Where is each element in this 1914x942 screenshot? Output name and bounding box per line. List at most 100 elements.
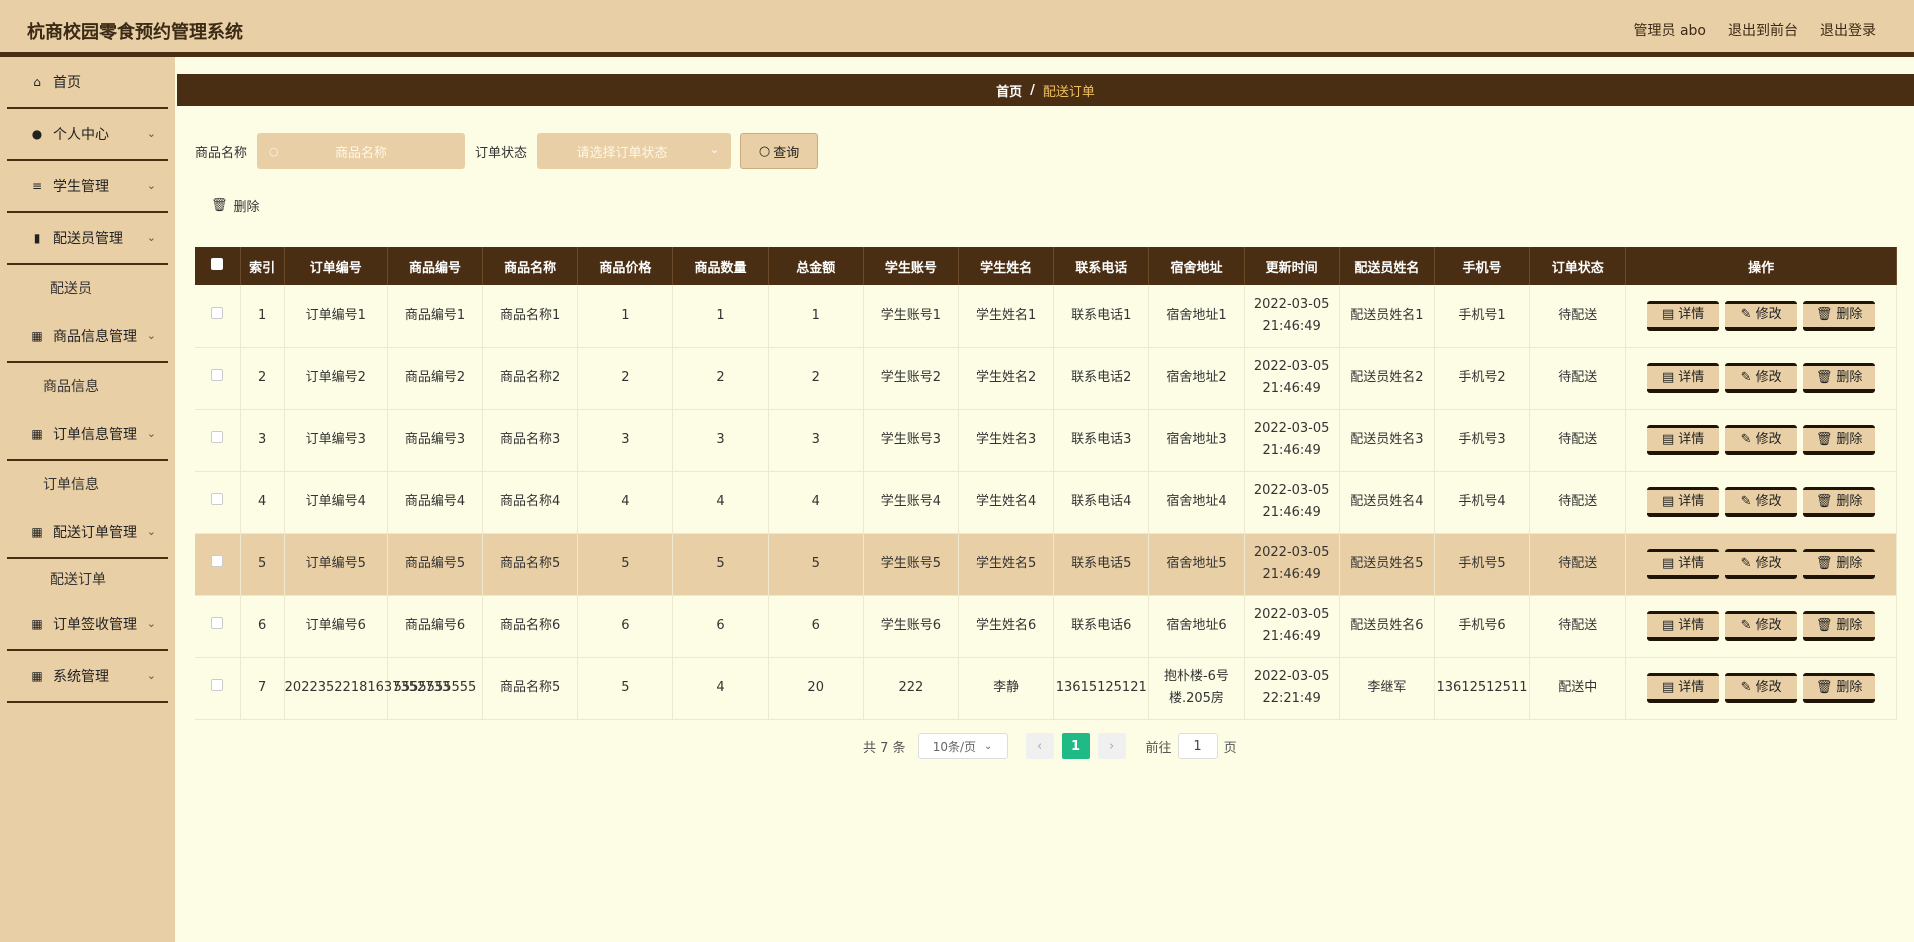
table-row[interactable]: 7 20223522181637352733 5555555555 商品名称5 5 4 20… [195,657,1897,720]
product-name-input[interactable]: ○ 商品名称 [257,133,466,169]
table-cell: 宿舍地址1 [1148,285,1245,348]
sidebar-item-order-management[interactable]: ▦ 订单信息管理 ⌄ [7,409,168,461]
table-cell: 4 [672,657,769,720]
row-checkbox[interactable] [195,409,241,472]
table-cell: 2 [577,347,674,410]
sidebar-subitem-order-info[interactable]: 订单信息 [0,461,175,507]
delete-button[interactable]: 🗑 删除 [1803,363,1876,393]
table-cell: 商品编号5 [387,533,484,596]
delete-button[interactable]: 🗑 删除 [1803,425,1876,455]
trash-icon: 🗑 [1815,493,1833,509]
search-button[interactable]: ○ 查询 [740,133,819,169]
edit-button[interactable]: ✎ 修改 [1725,363,1798,393]
goto-page-input[interactable]: 1 [1177,733,1218,759]
sidebar-item-order-sign-management[interactable]: ▦ 订单签收管理 ⌄ [7,599,168,651]
logout-link[interactable]: 退出登录 [1820,20,1876,40]
table-row[interactable]: 6 订单编号6 商品编号6 商品名称6 6 6 6 学生账号6 学生姓名6 联系电话6 宿舍地址6 2… [195,595,1897,658]
table-row[interactable]: 4 订单编号4 商品编号4 商品名称4 4 4 4 学生账号4 学生姓名4 联系电话4 宿舍地址4 2… [195,471,1897,534]
breadcrumb-home[interactable]: 首页 [996,81,1022,100]
trash-icon: 🗑 [1815,679,1833,695]
delete-button[interactable]: 🗑 删除 [1803,487,1876,517]
sidebar-item-courier-management[interactable]: ▮ 配送员管理 ⌄ [7,213,168,265]
select-all-checkbox[interactable] [195,247,241,285]
table-row[interactable]: 3 订单编号3 商品编号3 商品名称3 3 3 3 学生账号3 学生姓名3 联系电话3 宿舍地址3 2… [195,409,1897,472]
sidebar-item-student-management[interactable]: ≡ 学生管理 ⌄ [7,161,168,213]
pencil-icon: ✎ [1740,369,1752,385]
next-page-button[interactable]: › [1097,733,1126,759]
sidebar-item-home[interactable]: ⌂ 首页 [7,57,168,109]
detail-button[interactable]: ▤ 详情 [1647,487,1720,517]
table-cell: 学生姓名1 [958,285,1055,348]
table-cell: 宿舍地址3 [1148,409,1245,472]
pencil-icon: ✎ [1740,431,1752,447]
search-button-label: 查询 [773,145,800,161]
edit-button[interactable]: ✎ 修改 [1725,300,1798,331]
table-cell: 配送员姓名3 [1339,409,1435,472]
detail-button[interactable]: ▤ 详情 [1647,611,1720,641]
sidebar-item-personal-center[interactable]: ● 个人中心 ⌄ [7,109,168,161]
header-actions: 管理员 abo 退出到前台 退出登录 [1634,20,1876,40]
admin-label[interactable]: 管理员 abo [1634,20,1706,40]
chevron-down-icon: ⌄ [146,617,156,630]
delete-button[interactable]: 🗑 删除 [1803,611,1876,641]
table-cell: 待配送 [1529,285,1627,348]
top-header: 杭商校园零食预约管理系统 管理员 abo 退出到前台 退出登录 [0,0,1914,57]
edit-label: 修改 [1755,307,1782,323]
row-checkbox[interactable] [195,347,241,410]
exit-to-front-link[interactable]: 退出到前台 [1728,20,1798,40]
column-header: 学生姓名 [958,247,1055,285]
edit-button[interactable]: ✎ 修改 [1725,425,1798,455]
sidebar-item-label: 配送订单 [50,572,106,588]
row-checkbox[interactable] [195,285,241,348]
breadcrumb-separator: / [1030,82,1035,98]
table-cell: 7 [240,657,285,720]
edit-button[interactable]: ✎ 修改 [1725,611,1798,641]
sidebar-item-product-management[interactable]: ▦ 商品信息管理 ⌄ [7,311,168,363]
row-checkbox[interactable] [195,533,241,596]
sidebar-subitem-product-info[interactable]: 商品信息 [0,363,175,409]
chevron-down-icon: ⌄ [146,231,156,244]
table-cell: 配送员姓名6 [1339,595,1435,658]
detail-button[interactable]: ▤ 详情 [1647,425,1720,455]
delete-button[interactable]: 🗑 删除 [1803,300,1876,331]
sidebar: ⌂ 首页 ● 个人中心 ⌄ ≡ 学生管理 ⌄ ▮ 配送员管理 ⌄ 配送员 ▦ 商… [0,57,175,942]
page-suffix: 页 [1223,740,1237,756]
row-checkbox[interactable] [195,657,241,720]
sidebar-item-delivery-order-management[interactable]: ▦ 配送订单管理 ⌄ [7,507,168,559]
batch-delete-button[interactable]: 🗑 删除 [211,196,260,215]
delete-button[interactable]: 🗑 删除 [1803,673,1876,703]
main-content: 首页 / 配送订单 商品名称 ○ 商品名称 订单状态 请选择订单状态 ⌄ ○ 查… [175,57,1914,942]
order-status-select[interactable]: 请选择订单状态 ⌄ [537,133,732,169]
table-cell: 2022-03-05 21:46:49 [1244,347,1340,410]
trash-icon: 🗑 [1815,555,1833,571]
chevron-down-icon: ⌄ [146,427,156,440]
sidebar-item-system-management[interactable]: ▦ 系统管理 ⌄ [7,651,168,703]
chevron-down-icon: ⌄ [146,127,156,140]
sidebar-subitem-courier[interactable]: 配送员 [0,265,175,311]
page-number-current[interactable]: 1 [1061,733,1090,759]
prev-page-button[interactable]: ‹ [1025,733,1054,759]
column-header: 订单状态 [1529,247,1627,285]
delete-label: 删除 [1836,679,1863,695]
column-header: 商品价格 [577,247,674,285]
table-cell: 商品编号4 [387,471,484,534]
sidebar-subitem-delivery-order[interactable]: 配送订单 [0,559,175,599]
table-cell: 2022-03-05 21:46:49 [1244,285,1340,348]
table-row[interactable]: 2 订单编号2 商品编号2 商品名称2 2 2 2 学生账号2 学生姓名2 联系电话2 宿舍地址2 2… [195,347,1897,410]
detail-button[interactable]: ▤ 详情 [1647,673,1720,703]
detail-button[interactable]: ▤ 详情 [1647,549,1720,579]
row-checkbox[interactable] [195,471,241,534]
detail-button[interactable]: ▤ 详情 [1647,363,1720,393]
row-checkbox[interactable] [195,595,241,658]
page-size-select[interactable]: 10条/页 ⌄ [917,733,1008,759]
detail-button[interactable]: ▤ 详情 [1647,300,1720,331]
edit-button[interactable]: ✎ 修改 [1725,673,1798,703]
table-row[interactable]: 1 订单编号1 商品编号1 商品名称1 1 1 1 学生账号1 学生姓名1 联系电话1 宿舍地址1 2… [195,285,1897,348]
table-row[interactable]: 5 订单编号5 商品编号5 商品名称5 5 5 5 学生账号5 学生姓名5 联系电话5 宿舍地址5 2… [195,533,1897,596]
table-cell: 2 [672,347,769,410]
edit-button[interactable]: ✎ 修改 [1725,549,1798,579]
search-icon: ○ [758,143,771,159]
pagination: 共 7 条 10条/页 ⌄ ‹ 1 › 前往 1 页 [863,733,1237,759]
delete-button[interactable]: 🗑 删除 [1803,549,1876,579]
edit-button[interactable]: ✎ 修改 [1725,487,1798,517]
